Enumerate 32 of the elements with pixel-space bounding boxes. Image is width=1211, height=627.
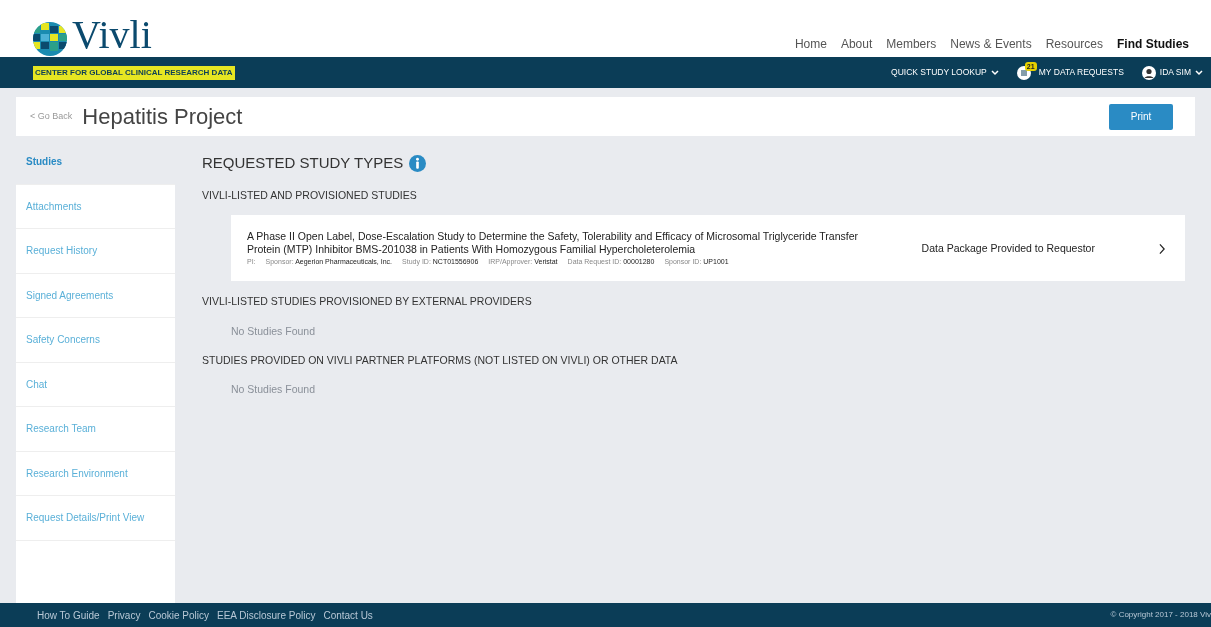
chevron-down-icon [1195,69,1203,76]
page-title: Hepatitis Project [82,103,243,131]
section-title: STUDIES PROVIDED ON VIVLI PARTNER PLATFORMS (NOT LISTED ON VIVLI) OR OTHER DATA [202,352,679,368]
nav-link-item[interactable]: Find Studies [1117,35,1189,53]
nav-link-item[interactable]: About [840,35,873,53]
empty-message: No Studies Found [231,382,317,398]
nav-link-item[interactable]: Resources [1045,35,1103,53]
info-icon[interactable] [409,154,427,172]
section-title: VIVLI-LISTED STUDIES PROVISIONED BY EXTERNAL PROVIDERS [202,294,533,309]
study-status: Data Package Provided to Requestor [921,240,1095,256]
brand-tagline: CENTER FOR GLOBAL CLINICAL RESEARCH DATA [33,65,235,80]
nav-link-item[interactable]: News & Events [950,35,1032,53]
footer-link[interactable]: Cookie Policy [148,610,210,621]
nav-link-item[interactable]: Members [886,35,937,53]
footer-link[interactable]: Contact Us [323,610,373,621]
study-title: A Phase II Open Label, Dose-Escalation Study to Determine the Safety, Tolerability and Efficacy of Microsomal Triglyceride Transfer Protein (MTP) Inhibitor BMS-201038 in Patients With Homozygous Familial Hypercholeterolemia [247,230,860,257]
section-title: VIVLI-LISTED AND PROVISIONED STUDIES [202,187,418,203]
quick-study-lookup-dropdown[interactable]: QUICK STUDY LOOKUP [891,66,999,79]
footer-link[interactable]: EEA Disclosure Policy [217,610,316,621]
section-heading: REQUESTED STUDY TYPES [202,153,404,173]
study-card[interactable] [231,215,1185,281]
logo-globe-icon [32,21,68,57]
print-button[interactable]: Print [1109,103,1173,130]
nav-link-item[interactable]: Home [794,35,827,53]
brand-name: Vivli [72,15,152,55]
copyright-text: © Copyright 2017 - 2018 Viv [1110,609,1211,621]
chevron-down-icon [990,69,999,76]
footer-link[interactable]: How To Guide [37,610,100,621]
footer-link[interactable]: Privacy [107,610,141,621]
empty-message: No Studies Found [231,323,317,339]
user-menu[interactable]: IDA SIM [1141,65,1203,80]
avatar-icon [1141,65,1156,80]
